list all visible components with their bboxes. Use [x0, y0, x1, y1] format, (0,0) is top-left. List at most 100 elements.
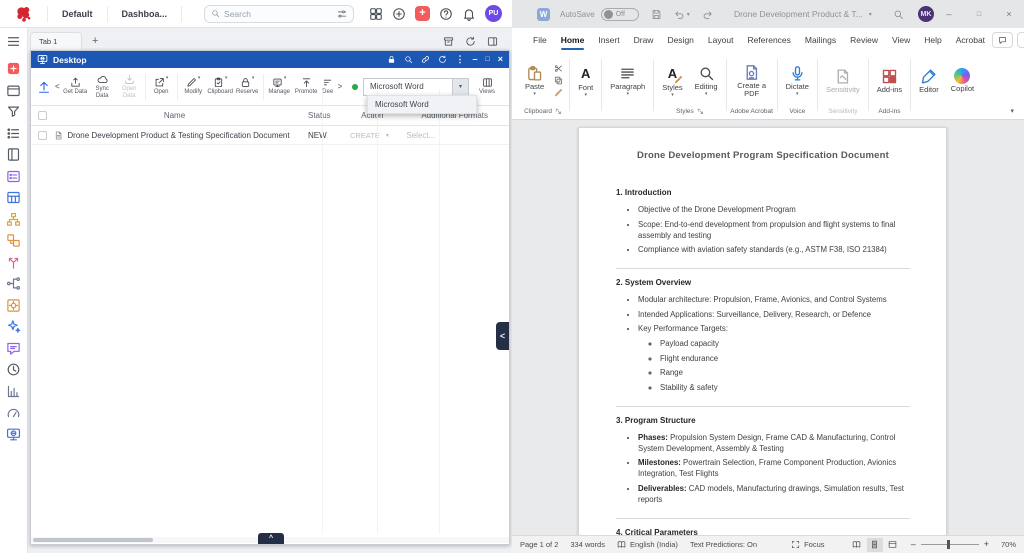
window-search-icon[interactable]	[404, 55, 413, 64]
sidebar-hierarchy-icon[interactable]	[6, 212, 21, 227]
tab-help[interactable]: Help	[917, 28, 948, 52]
create-pdf-button[interactable]: Create a PDF	[730, 64, 774, 98]
sidebar-list-icon[interactable]	[6, 126, 21, 141]
sidebar-form-icon[interactable]	[6, 169, 21, 184]
zoom-level[interactable]: 70%	[994, 540, 1016, 549]
comments-button[interactable]	[992, 32, 1014, 48]
text-predictions[interactable]: Text Predictions: On	[690, 540, 757, 549]
add-icon[interactable]	[392, 7, 406, 21]
sidebar-filter-icon[interactable]	[6, 104, 21, 119]
refresh-icon[interactable]	[465, 36, 476, 47]
page-indicator[interactable]: Page 1 of 2	[520, 540, 558, 549]
search-filter-icon[interactable]	[337, 9, 347, 19]
font-button[interactable]: A Font ▾	[573, 65, 598, 98]
zoom-out-button[interactable]: –	[911, 540, 916, 549]
word-maximize-button[interactable]: □	[964, 11, 994, 18]
link-icon[interactable]	[421, 55, 430, 64]
expand-panel-button[interactable]: ^	[258, 533, 284, 544]
scrollbar-thumb[interactable]	[33, 538, 153, 542]
word-count[interactable]: 334 words	[570, 540, 605, 549]
word-close-button[interactable]: ×	[994, 9, 1024, 19]
create-button[interactable]: +	[415, 6, 430, 21]
copy-icon[interactable]	[554, 76, 563, 85]
cut-icon[interactable]	[554, 64, 563, 73]
sidebar-document-icon[interactable]	[6, 147, 21, 162]
tab-layout[interactable]: Layout	[701, 28, 741, 52]
window-minimize-button[interactable]: –	[472, 55, 477, 64]
ribbon-collapse-icon[interactable]: ▾	[1010, 107, 1014, 115]
sidebar-create-icon[interactable]	[6, 61, 21, 76]
tab-insert[interactable]: Insert	[591, 28, 626, 52]
sidebar-history-icon[interactable]	[6, 362, 21, 377]
sidebar-dashboard-icon[interactable]	[6, 405, 21, 420]
tab-mailings[interactable]: Mailings	[798, 28, 843, 52]
styles-dialog-launcher-icon[interactable]	[697, 108, 704, 115]
redo-icon[interactable]	[702, 9, 713, 20]
apps-icon[interactable]	[369, 7, 383, 21]
tab-draw[interactable]: Draw	[627, 28, 661, 52]
tab-file[interactable]: File	[526, 28, 554, 52]
word-search-icon[interactable]	[893, 9, 904, 20]
archive-icon[interactable]	[443, 36, 454, 47]
sidebar-desktop-icon[interactable]	[6, 427, 21, 442]
sidebar-branch-icon[interactable]	[6, 255, 21, 270]
language-indicator[interactable]: English (India)	[630, 540, 678, 549]
sidebar-chat-icon[interactable]	[6, 341, 21, 356]
web-layout-button[interactable]	[885, 538, 901, 552]
print-layout-button[interactable]	[866, 537, 883, 552]
editing-button[interactable]: Editing ▾	[690, 65, 723, 97]
word-minimize-button[interactable]: –	[934, 9, 964, 19]
lock-icon[interactable]	[387, 55, 396, 64]
zoom-slider-thumb[interactable]	[946, 540, 950, 549]
save-icon[interactable]	[651, 9, 662, 20]
tab-references[interactable]: References	[740, 28, 797, 52]
zoom-slider[interactable]	[920, 540, 979, 549]
menu-icon[interactable]	[6, 34, 21, 49]
format-painter-icon[interactable]	[554, 88, 563, 97]
sidebar-ai-icon[interactable]	[6, 319, 21, 334]
tab-design[interactable]: Design	[660, 28, 700, 52]
global-search[interactable]	[204, 4, 355, 23]
search-input[interactable]	[224, 8, 334, 19]
dictate-button[interactable]: Dictate ▾	[781, 65, 814, 97]
styles-button[interactable]: A Styles ▾	[657, 65, 687, 98]
undo-icon[interactable]	[674, 9, 685, 20]
editor-button[interactable]: Editor	[914, 68, 944, 94]
document-title-dropdown[interactable]: Drone Development Product & T... ▾	[734, 9, 872, 19]
paragraph-button[interactable]: Paragraph ▾	[605, 65, 650, 97]
layout-icon[interactable]	[487, 36, 498, 47]
sidebar-package-icon[interactable]	[6, 298, 21, 313]
read-mode-button[interactable]	[849, 538, 865, 552]
collapse-side-panel-button[interactable]: <	[496, 322, 509, 350]
editing-mode-button[interactable]: ▾	[1017, 32, 1024, 48]
proofing-icon[interactable]	[617, 540, 626, 549]
tab-1[interactable]: Tab 1	[30, 32, 82, 50]
sidebar-bom-icon[interactable]	[6, 233, 21, 248]
sidebar-table-icon[interactable]	[6, 190, 21, 205]
connector-option-word[interactable]: Microsoft Word	[368, 96, 476, 113]
focus-mode-button[interactable]: Focus	[791, 540, 825, 549]
document-page[interactable]: Drone Development Program Specification …	[578, 127, 947, 535]
tab-home[interactable]: Home	[554, 28, 592, 52]
window-close-button[interactable]: ×	[498, 55, 503, 64]
word-user-avatar[interactable]: MK	[918, 6, 934, 22]
new-tab-button[interactable]: +	[92, 36, 98, 50]
tab-review[interactable]: Review	[843, 28, 885, 52]
user-avatar[interactable]: PU	[485, 5, 502, 22]
zoom-in-button[interactable]: +	[984, 540, 989, 549]
autosave-toggle[interactable]: Off	[600, 7, 639, 21]
desktop-window-titlebar[interactable]: Desktop ⋮ – □ ×	[31, 51, 509, 68]
copilot-button[interactable]: Copilot	[946, 68, 979, 93]
window-refresh-icon[interactable]	[438, 55, 447, 64]
clipboard-dialog-launcher-icon[interactable]	[555, 108, 562, 115]
window-menu-icon[interactable]: ⋮	[455, 55, 464, 64]
dashboard-switcher[interactable]: Dashboa...	[118, 9, 172, 19]
sidebar-analytics-icon[interactable]	[6, 384, 21, 399]
undo-caret[interactable]: ▾	[687, 11, 690, 18]
paste-button[interactable]: Paste ▾	[520, 65, 549, 97]
window-maximize-button[interactable]: □	[486, 56, 490, 63]
addins-button[interactable]: Add-ins	[872, 68, 907, 94]
help-icon[interactable]	[439, 7, 453, 21]
notifications-icon[interactable]	[462, 7, 476, 21]
workspace-switcher[interactable]: Default	[58, 9, 97, 19]
